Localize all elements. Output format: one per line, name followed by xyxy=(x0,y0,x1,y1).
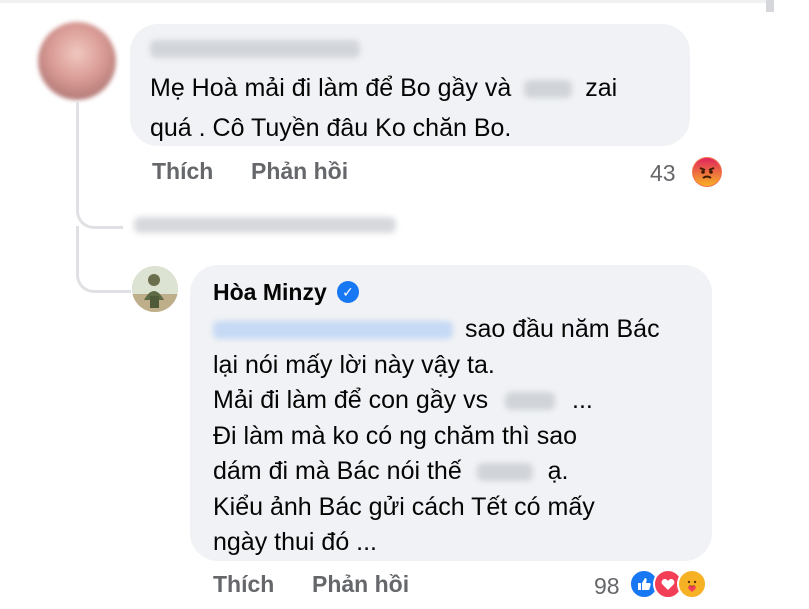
comment-text-line1-end: zai xyxy=(585,74,618,102)
reaction-icons[interactable] xyxy=(629,569,707,599)
like-button[interactable]: Thích xyxy=(152,158,213,185)
top-edge xyxy=(0,0,766,3)
reply-author-avatar[interactable] xyxy=(132,266,178,312)
reply-line: lại nói mấy lời này vậy ta. xyxy=(213,350,495,379)
comment-text-line1: Mẹ Hoà mải đi làm để Bo gầy và xyxy=(150,74,512,102)
reply-line: ... xyxy=(572,386,593,414)
reply-text: sao đầu năm Bác lại nói mấy lời này vậy … xyxy=(213,312,703,561)
reply-author-name[interactable]: Hòa Minzy xyxy=(213,279,327,306)
blurred-word xyxy=(476,463,533,482)
angry-icon xyxy=(692,157,722,187)
comment-text: Mẹ Hoà mải đi làm để Bo gầy và zai quá .… xyxy=(150,68,680,148)
scrollbar-thumb[interactable] xyxy=(766,0,774,12)
reply-line: ngày thui đó ... xyxy=(213,528,378,556)
thread-connector xyxy=(76,256,131,293)
care-icon xyxy=(677,569,707,599)
reaction-icons[interactable] xyxy=(692,157,722,187)
reply-line: Kiểu ảnh Bác gửi cách Tết có mấy xyxy=(213,492,595,521)
tagged-name-blurred[interactable] xyxy=(213,321,453,340)
blurred-word xyxy=(505,392,556,411)
comment-text-line2: quá . Cô Tuyền đâu Ko chăn Bo. xyxy=(150,114,512,142)
view-more-replies-blurred[interactable] xyxy=(134,217,396,233)
reply-button[interactable]: Phản hồi xyxy=(312,571,409,598)
reply-line: sao đầu năm Bác xyxy=(465,315,660,343)
reaction-count[interactable]: 98 xyxy=(594,573,620,600)
verified-badge-icon: ✓ xyxy=(337,281,359,303)
commenter-name-blurred[interactable] xyxy=(150,40,360,58)
reply-line: Đi làm mà ko có ng chăm thì sao xyxy=(213,421,578,450)
reply-line: Mải đi làm để con gầy vs xyxy=(213,386,489,414)
thread-connector xyxy=(76,190,123,229)
reply-line: dám đi mà Bác nói thế xyxy=(213,457,462,485)
blurred-word xyxy=(524,80,573,99)
reaction-count[interactable]: 43 xyxy=(650,160,676,187)
commenter-avatar[interactable] xyxy=(38,22,116,100)
reply-button[interactable]: Phản hồi xyxy=(251,158,348,185)
reply-line: ạ. xyxy=(547,457,569,485)
like-button[interactable]: Thích xyxy=(213,571,274,598)
